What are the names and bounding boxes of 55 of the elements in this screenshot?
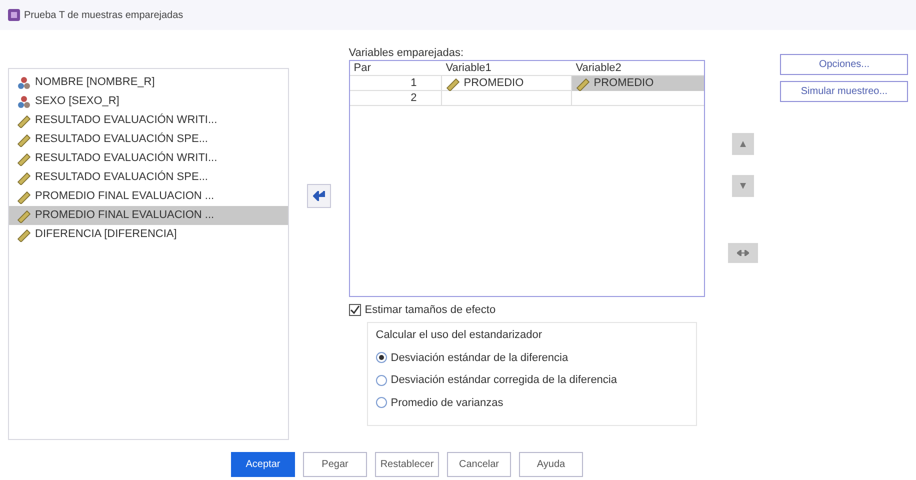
ruler-icon <box>17 170 31 184</box>
move-up-button[interactable] <box>732 133 754 155</box>
app-icon <box>8 9 20 21</box>
bent-arrow-icon <box>312 191 325 201</box>
table-cell: PROMEDIO <box>442 76 572 91</box>
up-arrow-icon <box>740 141 746 147</box>
side-button[interactable]: Opciones... <box>780 54 908 75</box>
variable-list-item[interactable]: DIFERENCIA [DIFERENCIA] <box>9 225 288 244</box>
group-title: Calcular el uso del estandarizador <box>376 328 544 343</box>
ruler-icon <box>576 76 590 90</box>
swap-button[interactable] <box>728 243 758 263</box>
radio-label[interactable]: Desviación estándar de la diferencia <box>390 350 568 366</box>
dialog-button[interactable]: Restablecer <box>375 452 439 477</box>
ruler-icon <box>17 132 31 146</box>
radio-label[interactable]: Desviación estándar corregida de la diferencia <box>390 372 617 388</box>
column-header: Par <box>352 61 372 76</box>
ruler-icon <box>17 190 31 204</box>
variable-list-item[interactable]: RESULTADO EVALUACIÓN WRITI... <box>9 149 288 168</box>
table-cell[interactable]: PROMEDIO <box>572 76 704 91</box>
dialog-button[interactable]: Ayuda <box>519 452 583 477</box>
radio-label[interactable]: Promedio de varianzas <box>390 394 504 411</box>
table-cell: 2 <box>350 91 442 106</box>
radio-button[interactable] <box>376 397 387 408</box>
checkbox[interactable] <box>348 304 361 316</box>
column-header: Variable2 <box>574 61 622 76</box>
dialog-button[interactable]: Aceptar <box>231 452 295 477</box>
ruler-icon <box>17 152 31 166</box>
variable-list-item[interactable]: RESULTADO EVALUACIÓN WRITI... <box>9 111 288 130</box>
ruler-icon <box>17 114 31 128</box>
nominal-variable-icon <box>17 76 31 90</box>
side-button[interactable]: Simular muestreo... <box>780 81 908 102</box>
radio-button[interactable] <box>376 352 387 364</box>
checkbox-label[interactable]: Estimar tamaños de efecto <box>364 302 496 318</box>
variable-list-item[interactable]: PROMEDIO FINAL EVALUACION ... <box>9 187 288 206</box>
variable-list-item[interactable]: PROMEDIO FINAL EVALUACION ... <box>9 206 288 225</box>
pairs-label: Variables emparejadas: <box>348 46 464 60</box>
move-down-button[interactable] <box>732 175 754 197</box>
ruler-icon <box>17 228 31 242</box>
down-arrow-icon <box>740 183 746 189</box>
variable-list-item[interactable]: RESULTADO EVALUACIÓN SPE... <box>9 168 288 187</box>
ruler-icon <box>17 208 31 222</box>
variable-list-item[interactable]: SEXO [SEXO_R] <box>9 92 288 111</box>
ruler-icon <box>446 76 460 90</box>
table-cell: 1 <box>350 76 442 91</box>
column-header: Variable1 <box>444 61 492 76</box>
variable-list-item[interactable]: RESULTADO EVALUACIÓN SPE... <box>9 130 288 149</box>
move-arrow-button[interactable] <box>306 184 331 208</box>
swap-arrows-icon <box>736 250 749 256</box>
dialog-button[interactable]: Cancelar <box>447 452 511 477</box>
variable-list-item[interactable]: NOMBRE [NOMBRE_R] <box>9 73 288 92</box>
check-icon <box>350 305 360 315</box>
radio-button[interactable] <box>376 374 387 386</box>
dialog-button[interactable]: Pegar <box>303 452 367 477</box>
window-title: Prueba T de muestras emparejadas <box>24 8 184 22</box>
nominal-variable-icon <box>17 94 31 108</box>
